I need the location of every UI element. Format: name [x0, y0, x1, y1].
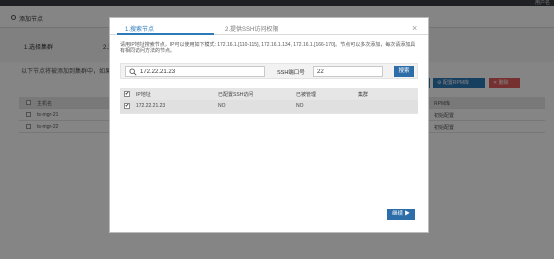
managed-header: 已被管理 [296, 92, 317, 98]
ip-input-wrapper [125, 66, 265, 77]
ip-search-input[interactable] [140, 67, 264, 76]
table-row[interactable]: ✔ 172.22.21.23 NO NO [120, 100, 418, 114]
results-header: ✔ IP地址 已配置SSH访问 已被管理 集群 [120, 88, 418, 100]
search-button[interactable]: 搜索 [394, 66, 414, 77]
active-tab-indicator [117, 33, 214, 35]
tab-ssh-access[interactable]: 2.提供SSH访问权限 [225, 24, 278, 33]
ssh-header: 已配置SSH访问 [218, 92, 254, 98]
ip-cell: 172.22.21.23 [136, 103, 166, 109]
cluster-header: 集群 [358, 92, 369, 98]
search-bar: SSH端口号 搜索 [120, 63, 418, 79]
close-icon[interactable]: × [412, 23, 417, 33]
select-all-checkbox[interactable]: ✔ [124, 91, 130, 97]
ssh-port-input[interactable] [313, 66, 383, 77]
search-hint: 请用IP地址搜索节点，IP可以使用如下模式: 172.16.1.[110-115… [120, 42, 416, 54]
ssh-port-label: SSH端口号 [277, 70, 305, 76]
search-icon [129, 68, 137, 76]
ssh-cell: NO [218, 103, 226, 109]
ip-header: IP地址 [136, 92, 151, 98]
search-results-table: ✔ IP地址 已配置SSH访问 已被管理 集群 ✔ 172.22.21.23 N… [120, 88, 418, 114]
row-checkbox[interactable]: ✔ [124, 103, 130, 109]
tab-search-nodes[interactable]: 1.搜索节点 [125, 24, 154, 33]
dialog-tabs: 1.搜索节点 2.提供SSH访问权限 × [110, 18, 428, 35]
search-node-dialog: 1.搜索节点 2.提供SSH访问权限 × 请用IP地址搜索节点，IP可以使用如下… [109, 17, 429, 233]
managed-cell: NO [296, 103, 304, 109]
continue-button[interactable]: 继续 ▶ [387, 209, 415, 220]
